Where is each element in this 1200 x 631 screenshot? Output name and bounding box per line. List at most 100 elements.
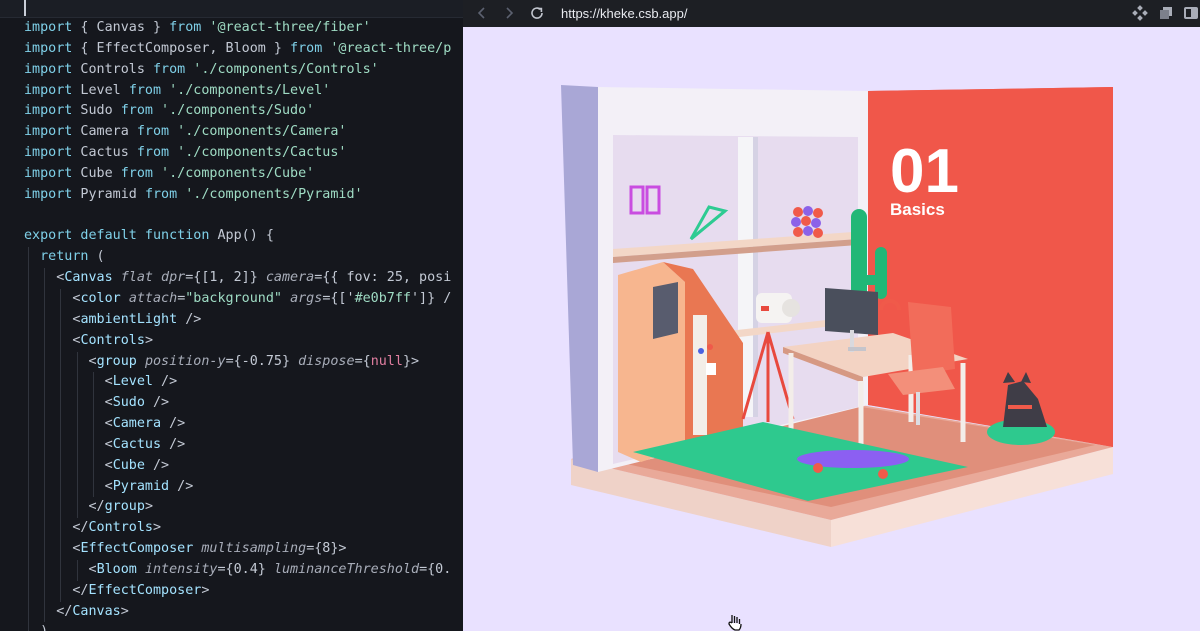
indent-guide — [60, 559, 62, 581]
code-token: < — [24, 541, 81, 557]
webgl-canvas[interactable]: 01 Basics — [463, 27, 1200, 631]
code-line[interactable]: <Canvas flat dpr={[1, 2]} camera={{ fov:… — [0, 268, 463, 289]
code-token: Camera — [72, 124, 137, 140]
code-token: group — [96, 353, 137, 369]
code-token: EffectComposer — [80, 541, 194, 557]
code-line[interactable]: import Camera from './components/Camera' — [0, 122, 463, 143]
code-token: EffectComposer — [88, 582, 202, 598]
code-token: ']} / — [411, 290, 452, 306]
code-area[interactable]: import { Canvas } from '@react-three/fib… — [0, 18, 463, 631]
code-editor[interactable]: import { Canvas } from '@react-three/fib… — [0, 0, 463, 631]
code-line[interactable]: <Sudo /> — [0, 393, 463, 415]
code-line[interactable]: import Cube from './components/Cube' — [0, 164, 463, 185]
code-line[interactable]: <Bloom intensity={0.4} luminanceThreshol… — [0, 559, 463, 581]
code-line[interactable]: <ambientLight /> — [0, 309, 463, 331]
code-token: < — [24, 416, 113, 432]
code-token: ={0.4} — [217, 561, 274, 577]
code-token: args — [290, 290, 323, 306]
code-token: > — [144, 332, 153, 348]
code-token: Canvas — [64, 270, 113, 286]
code-token: import — [24, 186, 73, 202]
code-token: < — [24, 478, 113, 494]
code-line[interactable]: <Controls> — [0, 330, 463, 352]
extension-icon[interactable] — [1132, 5, 1148, 21]
code-token: ambientLight — [80, 311, 178, 327]
code-token: './components/Camera' — [169, 124, 347, 140]
address-bar-url[interactable]: https://kheke.csb.app/ — [561, 5, 687, 22]
code-token: /> — [144, 457, 170, 473]
code-line[interactable]: <group position-y={-0.75} dispose={null}… — [0, 351, 463, 373]
code-line[interactable]: import Controls from './components/Contr… — [0, 60, 463, 81]
code-line[interactable]: <Cactus /> — [0, 434, 463, 456]
code-token: </ — [24, 603, 73, 619]
code-token: Level — [112, 374, 153, 390]
code-line[interactable]: export default function App() { — [0, 226, 463, 247]
indent-guide — [60, 288, 62, 310]
text-caret — [24, 0, 26, 16]
code-token: import — [24, 82, 73, 98]
code-line[interactable]: import Sudo from './components/Sudo' — [0, 101, 463, 122]
code-line[interactable] — [0, 206, 463, 227]
code-token: ={[' — [322, 290, 355, 306]
indent-guide — [60, 539, 62, 560]
code-line[interactable]: return ( — [0, 247, 463, 269]
indent-guide — [44, 393, 46, 415]
code-token: group — [104, 499, 145, 515]
code-token: from — [290, 40, 323, 56]
copy-window-icon[interactable] — [1158, 5, 1174, 21]
indent-guide — [76, 351, 78, 373]
code-token: </ — [24, 520, 89, 536]
code-line[interactable]: </group> — [0, 497, 463, 519]
code-token: import — [24, 20, 73, 35]
isometric-room-scene[interactable]: 01 Basics — [463, 27, 1200, 631]
code-token: from — [128, 82, 162, 98]
indent-guide — [92, 393, 94, 415]
indent-guide — [76, 434, 78, 456]
code-line[interactable]: import { EffectComposer, Bloom } from '@… — [0, 39, 463, 60]
code-token: </ — [24, 499, 105, 515]
code-line[interactable]: import Cactus from './components/Cactus' — [0, 143, 463, 164]
code-token: Cube — [72, 165, 121, 181]
code-token: './components/Level' — [161, 82, 331, 98]
code-token: './components/Cactus' — [169, 145, 347, 161]
code-token: < — [24, 395, 113, 411]
code-line[interactable]: <Pyramid /> — [0, 476, 463, 498]
code-line[interactable]: </EffectComposer> — [0, 580, 463, 602]
code-token: Cactus — [112, 436, 162, 452]
code-token: ={0. — [419, 561, 452, 577]
code-line[interactable]: import { Canvas } from '@react-three/fib… — [0, 18, 463, 39]
code-token: import — [24, 40, 73, 56]
code-line[interactable]: import Pyramid from './components/Pyrami… — [0, 185, 463, 206]
code-line[interactable]: <EffectComposer multisampling={8}> — [0, 539, 463, 560]
code-token: { EffectComposer, Bloom } — [72, 40, 291, 56]
forward-arrow-icon[interactable] — [500, 4, 518, 22]
code-line[interactable]: <Camera /> — [0, 414, 463, 435]
indent-guide — [76, 372, 78, 394]
indent-guide — [28, 580, 29, 602]
indent-guide — [76, 393, 78, 415]
code-line[interactable]: <Level /> — [0, 372, 463, 394]
code-token: > — [201, 582, 210, 598]
indent-guide — [44, 434, 46, 456]
code-token: luminanceThreshold — [273, 561, 420, 577]
code-token: color — [80, 290, 121, 306]
code-token: from — [136, 145, 170, 161]
indent-guide — [92, 372, 94, 394]
code-line[interactable]: <color attach="background" args={['#e0b7… — [0, 288, 463, 310]
code-token: attach — [128, 290, 178, 306]
code-line[interactable]: </Controls> — [0, 518, 463, 540]
panel-icon[interactable] — [1183, 5, 1199, 21]
indent-guide — [92, 455, 94, 477]
code-line[interactable]: <Cube /> — [0, 455, 463, 477]
indent-guide — [44, 455, 46, 477]
code-token: position-y — [144, 353, 226, 369]
code-token: './components/Sudo' — [153, 103, 315, 119]
back-arrow-icon[interactable] — [473, 4, 491, 22]
code-line[interactable]: import Level from './components/Level' — [0, 81, 463, 102]
code-token: export default function — [24, 228, 210, 244]
code-line[interactable]: </Canvas> — [0, 601, 463, 623]
code-line[interactable]: ) — [0, 622, 463, 631]
indent-guide — [44, 539, 46, 560]
reload-icon[interactable] — [528, 4, 546, 22]
code-token: > — [144, 499, 153, 515]
